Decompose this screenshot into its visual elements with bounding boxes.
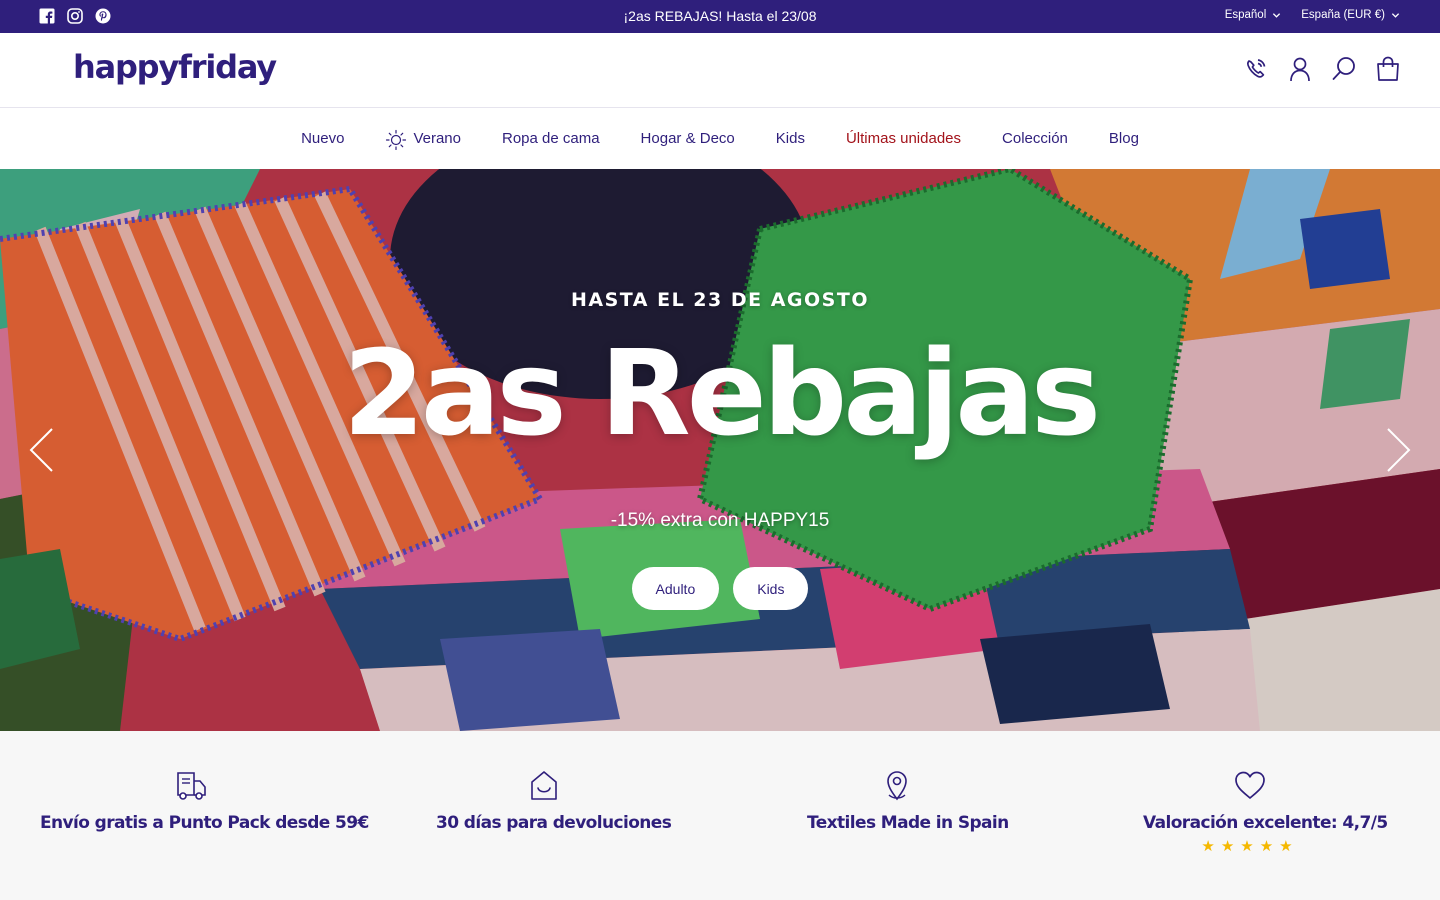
- nav-item-label: Hogar & Deco: [640, 130, 735, 147]
- hero-banner[interactable]: HASTA EL 23 DE AGOSTO 2as Rebajas -15% e…: [0, 169, 1440, 731]
- language-selector[interactable]: Español: [1225, 9, 1282, 21]
- hero-subtitle: -15% extra con HAPPY15: [610, 510, 830, 531]
- nav-item-label: Ropa de cama: [501, 130, 600, 147]
- nav-item-label: Verano: [413, 130, 461, 147]
- hero-headline: 2as Rebajas: [342, 324, 1101, 462]
- nav-item-label: Colección: [1002, 130, 1068, 147]
- chevron-left-icon[interactable]: [28, 427, 54, 473]
- nav-item-kids[interactable]: Kids: [776, 130, 805, 147]
- cart-icon[interactable]: [1376, 55, 1400, 83]
- nav-item-hogar-deco[interactable]: Hogar & Deco: [641, 130, 735, 147]
- announcement-bar: ¡2as REBAJAS! Hasta el 23/08 Español Esp…: [0, 0, 1440, 33]
- nav-item-label: Nuevo: [301, 130, 345, 147]
- feature-label: Envío gratis a Punto Pack desde 59€: [40, 813, 369, 833]
- heart-icon: [1235, 771, 1265, 799]
- nav-item-label: Últimas unidades: [845, 130, 962, 147]
- adult-button[interactable]: Adulto: [631, 567, 720, 610]
- chevron-right-icon[interactable]: [1386, 427, 1412, 473]
- nav-item-ropa-de-cama[interactable]: Ropa de cama: [502, 130, 600, 147]
- kids-button[interactable]: Kids: [733, 567, 809, 610]
- header-actions: [1244, 55, 1400, 83]
- feature-returns: 30 días para devoluciones: [436, 769, 672, 833]
- site-header: happyfriday: [0, 33, 1440, 108]
- main-nav: Nuevo Verano Ropa de cama Hogar & Deco K…: [0, 108, 1440, 169]
- return-box-icon: [531, 771, 557, 800]
- hero-buttons: Adulto Kids: [0, 567, 1440, 610]
- hero-eyebrow: HASTA EL 23 DE AGOSTO: [571, 289, 869, 311]
- nav-item-label: Blog: [1108, 130, 1139, 147]
- phone-icon[interactable]: [1244, 55, 1268, 83]
- delivery-truck-icon: [177, 772, 206, 800]
- location-pin-icon: [887, 771, 907, 801]
- nav-item-ultimas-unidades[interactable]: Últimas unidades: [846, 130, 961, 147]
- locale-selectors: Español España (EUR €): [1225, 9, 1400, 21]
- feature-label: 30 días para devoluciones: [436, 813, 672, 833]
- features-bar: Envío gratis a Punto Pack desde 59€ 30 d…: [0, 731, 1440, 900]
- language-label: Español: [1224, 9, 1267, 21]
- account-icon[interactable]: [1288, 55, 1312, 83]
- chevron-down-icon: [1273, 12, 1281, 18]
- country-currency-selector[interactable]: España (EUR €): [1301, 9, 1400, 21]
- nav-item-label: Kids: [775, 130, 805, 147]
- nav-item-nuevo[interactable]: Nuevo: [301, 130, 344, 147]
- country-currency-label: España (EUR €): [1301, 9, 1385, 21]
- nav-item-coleccion[interactable]: Colección: [1002, 130, 1068, 147]
- logo[interactable]: happyfriday: [73, 48, 277, 86]
- feature-free-shipping: Envío gratis a Punto Pack desde 59€: [40, 769, 369, 833]
- search-icon[interactable]: [1332, 55, 1356, 83]
- nav-item-blog[interactable]: Blog: [1109, 130, 1139, 147]
- sun-icon: [386, 129, 407, 150]
- feature-rating[interactable]: Valoración excelente: 4,7/5 ★★★★★: [1143, 769, 1388, 855]
- feature-label: Textiles Made in Spain: [807, 813, 1009, 833]
- rating-stars: ★★★★★: [1201, 838, 1299, 855]
- nav-item-verano[interactable]: Verano: [385, 128, 461, 150]
- feature-label: Valoración excelente: 4,7/5: [1143, 813, 1388, 833]
- chevron-down-icon: [1391, 12, 1400, 18]
- feature-made-in-spain: Textiles Made in Spain: [807, 769, 1009, 833]
